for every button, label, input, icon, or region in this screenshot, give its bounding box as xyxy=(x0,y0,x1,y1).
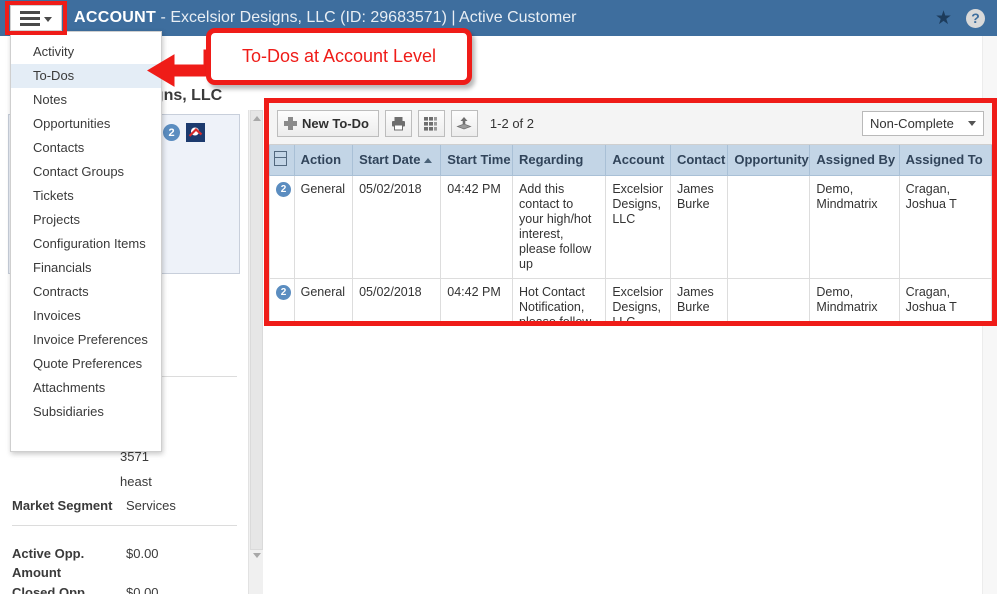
table-row[interactable]: 2 General 05/02/2018 04:42 PM Hot Contac… xyxy=(269,277,992,321)
export-icon xyxy=(456,117,473,130)
row-count-badge[interactable]: 2 xyxy=(276,181,291,197)
column-header-start-date[interactable]: Start Date xyxy=(352,145,442,176)
account-app-icon[interactable] xyxy=(186,123,205,142)
left-panel-scrollbar[interactable] xyxy=(248,110,263,594)
column-header-regarding[interactable]: Regarding xyxy=(512,145,607,176)
menu-item-invoice-preferences[interactable]: Invoice Preferences xyxy=(11,328,161,352)
cell-start-time: 04:42 PM xyxy=(440,277,514,321)
table-row[interactable]: 2 General 05/02/2018 04:42 PM Add this c… xyxy=(269,174,992,279)
menu-item-projects[interactable]: Projects xyxy=(11,208,161,232)
column-header-assigned-by[interactable]: Assigned By xyxy=(809,145,900,176)
cell-action: General xyxy=(293,174,354,279)
field-value-region: heast xyxy=(120,474,152,489)
select-all-header[interactable] xyxy=(269,145,295,176)
column-header-start-date-label: Start Date xyxy=(359,152,421,168)
cell-account: Excelsior Designs, LLC xyxy=(605,174,671,279)
hamburger-icon xyxy=(20,10,40,26)
market-segment-label: Market Segment xyxy=(12,498,113,513)
column-header-opportunity[interactable]: Opportunity xyxy=(727,145,811,176)
cell-start-date: 05/02/2018 xyxy=(352,277,442,321)
menu-item-quote-preferences[interactable]: Quote Preferences xyxy=(11,352,161,376)
annotation-callout: To-Dos at Account Level xyxy=(206,28,472,85)
row-count-badge[interactable]: 2 xyxy=(276,284,291,300)
cell-opportunity xyxy=(727,174,811,279)
menu-item-attachments[interactable]: Attachments xyxy=(11,376,161,400)
closed-opp-label: Closed Opp. Amount xyxy=(12,585,89,594)
cell-action: General xyxy=(293,277,354,321)
print-button[interactable] xyxy=(384,110,412,137)
column-header-start-time[interactable]: Start Time xyxy=(440,145,514,176)
todos-toolbar: New To-Do 1-2 of 2 Non-Complete xyxy=(269,103,992,145)
cell-start-time: 04:42 PM xyxy=(440,174,514,279)
menu-item-subsidiaries[interactable]: Subsidiaries xyxy=(11,400,161,424)
active-opp-value: $0.00 xyxy=(126,546,159,561)
main-menu-button[interactable] xyxy=(10,5,62,31)
app-window: ools Designs, LLC 2 om White 3571 heast … xyxy=(0,0,997,594)
menu-item-notes[interactable]: Notes xyxy=(11,88,161,112)
page-title-prefix: ACCOUNT xyxy=(74,9,157,26)
active-opp-label: Active Opp. Amount xyxy=(12,546,85,580)
status-filter-value: Non-Complete xyxy=(870,116,954,131)
menu-item-tickets[interactable]: Tickets xyxy=(11,184,161,208)
cell-assigned-by: Demo, Mindmatrix xyxy=(809,277,900,321)
row-badge-cell: 2 xyxy=(269,174,295,279)
menu-item-opportunities[interactable]: Opportunities xyxy=(11,112,161,136)
cell-contact: James Burke xyxy=(669,174,729,279)
panel-divider-bottom xyxy=(12,525,237,526)
row-badge-cell: 2 xyxy=(269,277,295,321)
cell-regarding: Add this contact to your high/hot intere… xyxy=(512,174,607,279)
column-header-contact[interactable]: Contact xyxy=(669,145,729,176)
menu-item-invoices[interactable]: Invoices xyxy=(11,304,161,328)
status-filter-select[interactable]: Non-Complete xyxy=(862,111,984,136)
new-todo-button[interactable]: New To-Do xyxy=(277,110,379,137)
printer-icon xyxy=(391,117,405,131)
cell-contact: James Burke xyxy=(669,277,729,321)
export-button[interactable] xyxy=(450,110,478,137)
chevron-down-icon xyxy=(968,121,976,126)
cell-start-date: 05/02/2018 xyxy=(352,174,442,279)
help-icon[interactable]: ? xyxy=(966,8,985,28)
column-header-action[interactable]: Action xyxy=(293,145,354,176)
cell-regarding: Hot Contact Notification, please follow … xyxy=(512,277,607,321)
grid-columns-icon xyxy=(423,116,437,131)
todos-grid-highlight: New To-Do 1-2 of 2 Non-Complete Action S… xyxy=(264,98,997,326)
account-badge[interactable]: 2 xyxy=(163,124,180,141)
menu-item-contacts[interactable]: Contacts xyxy=(11,136,161,160)
cell-opportunity xyxy=(727,277,811,321)
cell-assigned-by: Demo, Mindmatrix xyxy=(809,174,900,279)
column-header-assigned-to[interactable]: Assigned To xyxy=(898,145,992,176)
grid-rows-icon xyxy=(274,150,287,166)
menu-item-configuration-items[interactable]: Configuration Items xyxy=(11,232,161,256)
header-actions: ★ ? xyxy=(935,0,985,36)
menu-item-contracts[interactable]: Contracts xyxy=(11,280,161,304)
scroll-up-icon[interactable] xyxy=(253,116,261,121)
new-todo-label: New To-Do xyxy=(302,116,369,131)
annotation-callout-text: To-Dos at Account Level xyxy=(241,46,437,66)
plus-icon xyxy=(284,117,297,130)
cell-assigned-to: Cragan, Joshua T xyxy=(898,174,992,279)
cell-account: Excelsior Designs, LLC xyxy=(605,277,671,321)
page-title-suffix: - Excelsior Designs, LLC (ID: 29683571) … xyxy=(156,9,577,26)
table-header-row: Action Start Date Start Time Regarding A… xyxy=(269,145,992,176)
menu-item-contact-groups[interactable]: Contact Groups xyxy=(11,160,161,184)
todos-table: Action Start Date Start Time Regarding A… xyxy=(269,145,992,321)
closed-opp-value: $0.00 xyxy=(126,585,159,594)
column-chooser-button[interactable] xyxy=(417,110,445,137)
chevron-down-icon xyxy=(44,17,52,22)
cell-assigned-to: Cragan, Joshua T xyxy=(898,277,992,321)
scrollbar-thumb[interactable] xyxy=(250,110,263,550)
favorite-star-icon[interactable]: ★ xyxy=(935,9,952,28)
market-segment-value: Services xyxy=(126,498,176,513)
menu-item-activity[interactable]: Activity xyxy=(11,40,161,64)
record-count: 1-2 of 2 xyxy=(489,116,535,131)
scroll-down-icon[interactable] xyxy=(253,553,261,558)
menu-item-financials[interactable]: Financials xyxy=(11,256,161,280)
column-header-account[interactable]: Account xyxy=(605,145,671,176)
menu-item-to-dos[interactable]: To-Dos xyxy=(11,64,161,88)
sort-ascending-icon xyxy=(424,158,433,164)
